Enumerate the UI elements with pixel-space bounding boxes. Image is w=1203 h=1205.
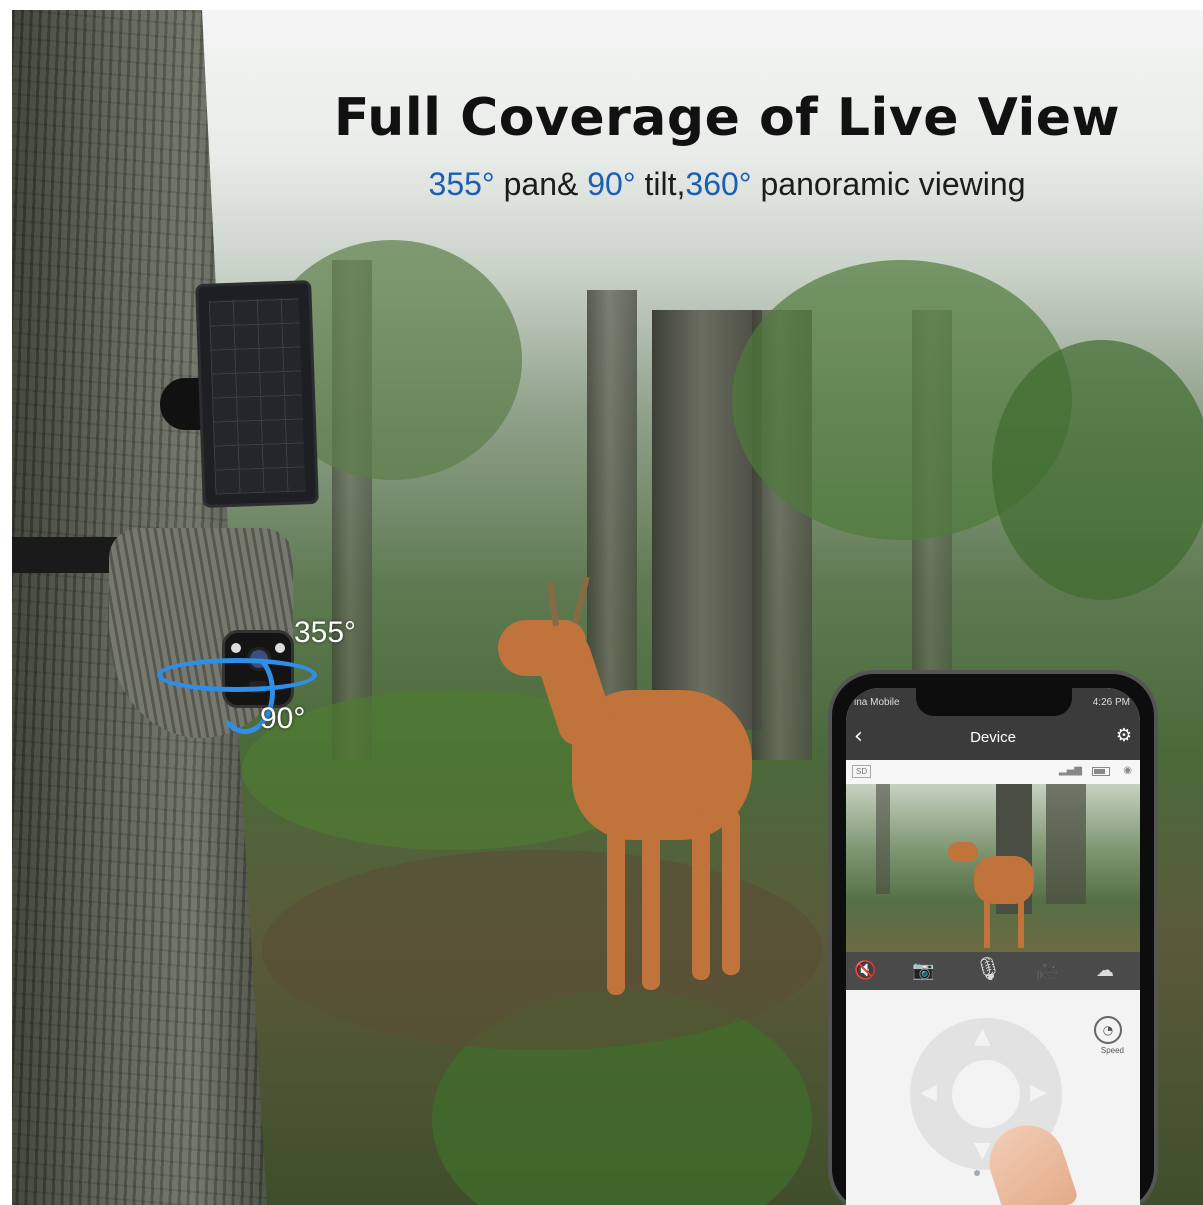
video-deer-head [948, 842, 978, 862]
headline-title: Full Coverage of Live View [333, 88, 1121, 148]
pan-angle-text: 355° [428, 166, 495, 202]
app-header: ‹ Device ⚙ [846, 716, 1140, 760]
phone-notch [916, 688, 1072, 716]
pano-text: panoramic viewing [751, 166, 1026, 202]
tilt-angle-text: 90° [587, 166, 636, 202]
pan-text: pan& [494, 166, 588, 202]
ptz-center [952, 1060, 1020, 1128]
video-deer-body [974, 856, 1034, 904]
phone-screen: ina Mobile 4:26 PM ‹ Device ⚙ SD ▂▄▆ ◉ 🔇… [846, 688, 1140, 1205]
record-icon[interactable]: 🎥 [1036, 960, 1058, 981]
device-info-bar: SD ▂▄▆ ◉ [846, 760, 1140, 784]
mounting-strap [12, 537, 122, 573]
tilt-text: tilt, [635, 166, 686, 202]
headline-subtitle: 355° pan& 90° tilt,360° panoramic viewin… [332, 166, 1122, 203]
mute-icon[interactable]: 🔇 [854, 960, 876, 981]
arrow-up-icon[interactable]: ▲ [974, 1024, 991, 1049]
foliage [992, 340, 1203, 600]
tilt-angle-label: 90° [260, 702, 306, 735]
header-title: Device [970, 729, 1016, 746]
sd-card-badge: SD [852, 765, 872, 778]
status-carrier: ina Mobile [854, 697, 900, 708]
status-time: 4:26 PM [1092, 697, 1130, 708]
deer-leg [642, 820, 660, 990]
live-video-feed[interactable] [846, 784, 1140, 952]
pano-angle-text: 360° [685, 166, 752, 202]
gear-icon[interactable]: ⚙ [1116, 725, 1132, 746]
battery-icon [1092, 767, 1110, 776]
pan-angle-label: 355° [294, 616, 357, 649]
camera-icon[interactable]: 📷 [912, 960, 934, 981]
video-control-bar: 🔇 📷 🎙 🎥 ☁ [846, 952, 1140, 990]
ir-led-icon [275, 643, 285, 653]
video-tree [876, 784, 890, 894]
signal-icon: ▂▄▆ [1058, 765, 1082, 776]
page-indicator-dot [974, 1170, 980, 1176]
deer-leg [607, 820, 625, 995]
arrow-left-icon[interactable]: ◀ [920, 1080, 937, 1105]
cloud-icon[interactable]: ☁ [1096, 960, 1114, 981]
video-tree [1046, 784, 1086, 904]
eye-icon: ◉ [1123, 765, 1132, 776]
video-deer-leg [984, 896, 990, 948]
microphone-icon[interactable]: 🎙 [974, 957, 1002, 982]
speed-gauge-icon[interactable]: ◔ [1094, 1016, 1122, 1044]
smartphone: ina Mobile 4:26 PM ‹ Device ⚙ SD ▂▄▆ ◉ 🔇… [828, 670, 1158, 1205]
arrow-down-icon[interactable]: ▼ [974, 1138, 991, 1163]
solar-panel [195, 280, 319, 508]
arrow-right-icon[interactable]: ▶ [1030, 1080, 1047, 1105]
deer-head [498, 620, 586, 676]
video-deer-leg [1018, 896, 1024, 948]
speed-label: Speed [1100, 1046, 1124, 1055]
deer-leg [692, 810, 710, 980]
deer-leg [722, 810, 740, 975]
